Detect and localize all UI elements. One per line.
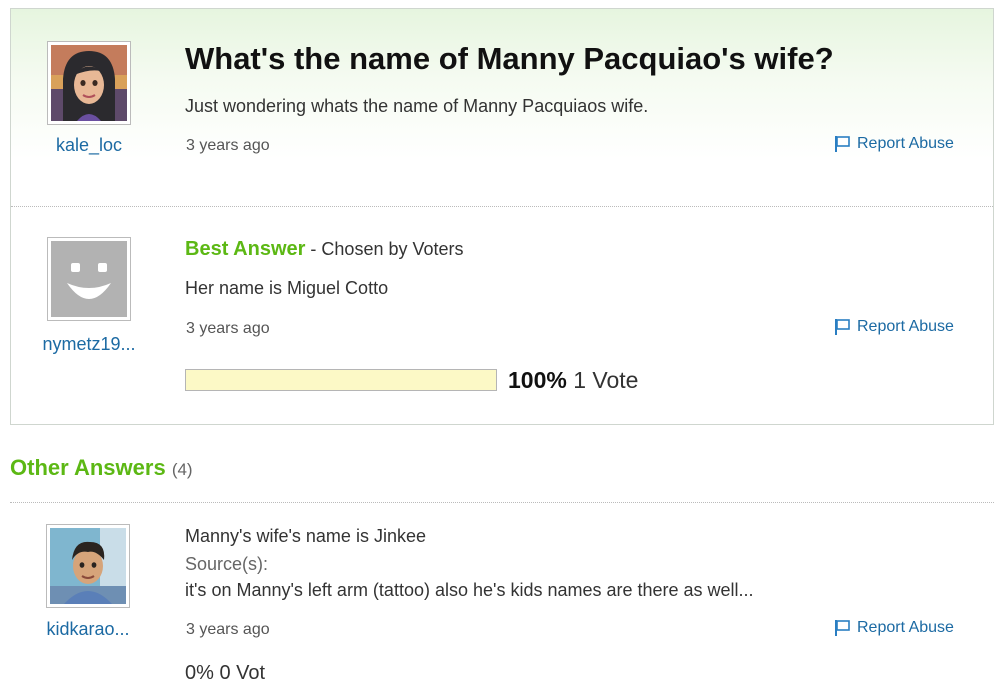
asker-avatar[interactable] — [47, 41, 131, 125]
answer-report-abuse-link[interactable]: Report Abuse — [833, 619, 954, 637]
best-answer-avatar[interactable] — [47, 237, 131, 321]
vote-bar — [185, 369, 497, 391]
answer-avatar-image — [50, 528, 126, 604]
question-timestamp: 3 years ago — [186, 137, 270, 154]
answer-source-label: Source(s): — [185, 554, 269, 574]
other-answers-heading: Other Answers (4) — [10, 455, 193, 481]
other-answers-divider — [10, 502, 994, 503]
question-details: Just wondering whats the name of Manny P… — [185, 96, 649, 116]
best-answer-chosen-by: - Chosen by Voters — [305, 239, 464, 259]
vote-summary: 100% 1 Vote — [508, 367, 638, 394]
question-answer-divider — [11, 206, 993, 207]
best-answer-heading: Best Answer - Chosen by Voters — [185, 238, 464, 261]
best-answer-timestamp: 3 years ago — [186, 320, 270, 337]
answer-avatar[interactable] — [46, 524, 130, 608]
vote-bar-fill — [186, 370, 496, 390]
asker-avatar-image — [51, 45, 127, 121]
best-answer-report-abuse-label: Report Abuse — [857, 318, 954, 335]
answer-vote-summary-partial: 0% 0 Vot — [185, 662, 266, 684]
question-card: kale_loc What's the name of Manny Pacqui… — [10, 8, 994, 425]
best-answer-text: Her name is Miguel Cotto — [185, 278, 389, 298]
answer-text: Manny's wife's name is Jinkee — [185, 526, 426, 546]
smiley-face-icon — [51, 241, 127, 317]
other-answers-label: Other Answers — [10, 455, 166, 480]
answer-timestamp: 3 years ago — [186, 621, 270, 638]
other-answers-count: (4) — [171, 460, 193, 479]
flag-icon — [835, 136, 850, 152]
flag-icon — [835, 620, 850, 636]
answer-username[interactable]: kidkarao... — [18, 619, 158, 640]
vote-count: 1 Vote — [573, 367, 639, 393]
best-answer-label: Best Answer — [185, 238, 306, 260]
question-report-abuse-label: Report Abuse — [857, 135, 954, 152]
vote-percent: 100% — [508, 367, 567, 393]
best-answer-report-abuse-link[interactable]: Report Abuse — [833, 318, 954, 336]
question-report-abuse-link[interactable]: Report Abuse — [833, 135, 954, 153]
asker-username[interactable]: kale_loc — [19, 135, 159, 156]
answer-report-abuse-label: Report Abuse — [857, 619, 954, 636]
answer-source-text: it's on Manny's left arm (tattoo) also h… — [185, 580, 754, 600]
best-answer-username[interactable]: nymetz19... — [19, 334, 159, 355]
flag-icon — [835, 319, 850, 335]
question-title: What's the name of Manny Pacquiao's wife… — [185, 41, 834, 76]
